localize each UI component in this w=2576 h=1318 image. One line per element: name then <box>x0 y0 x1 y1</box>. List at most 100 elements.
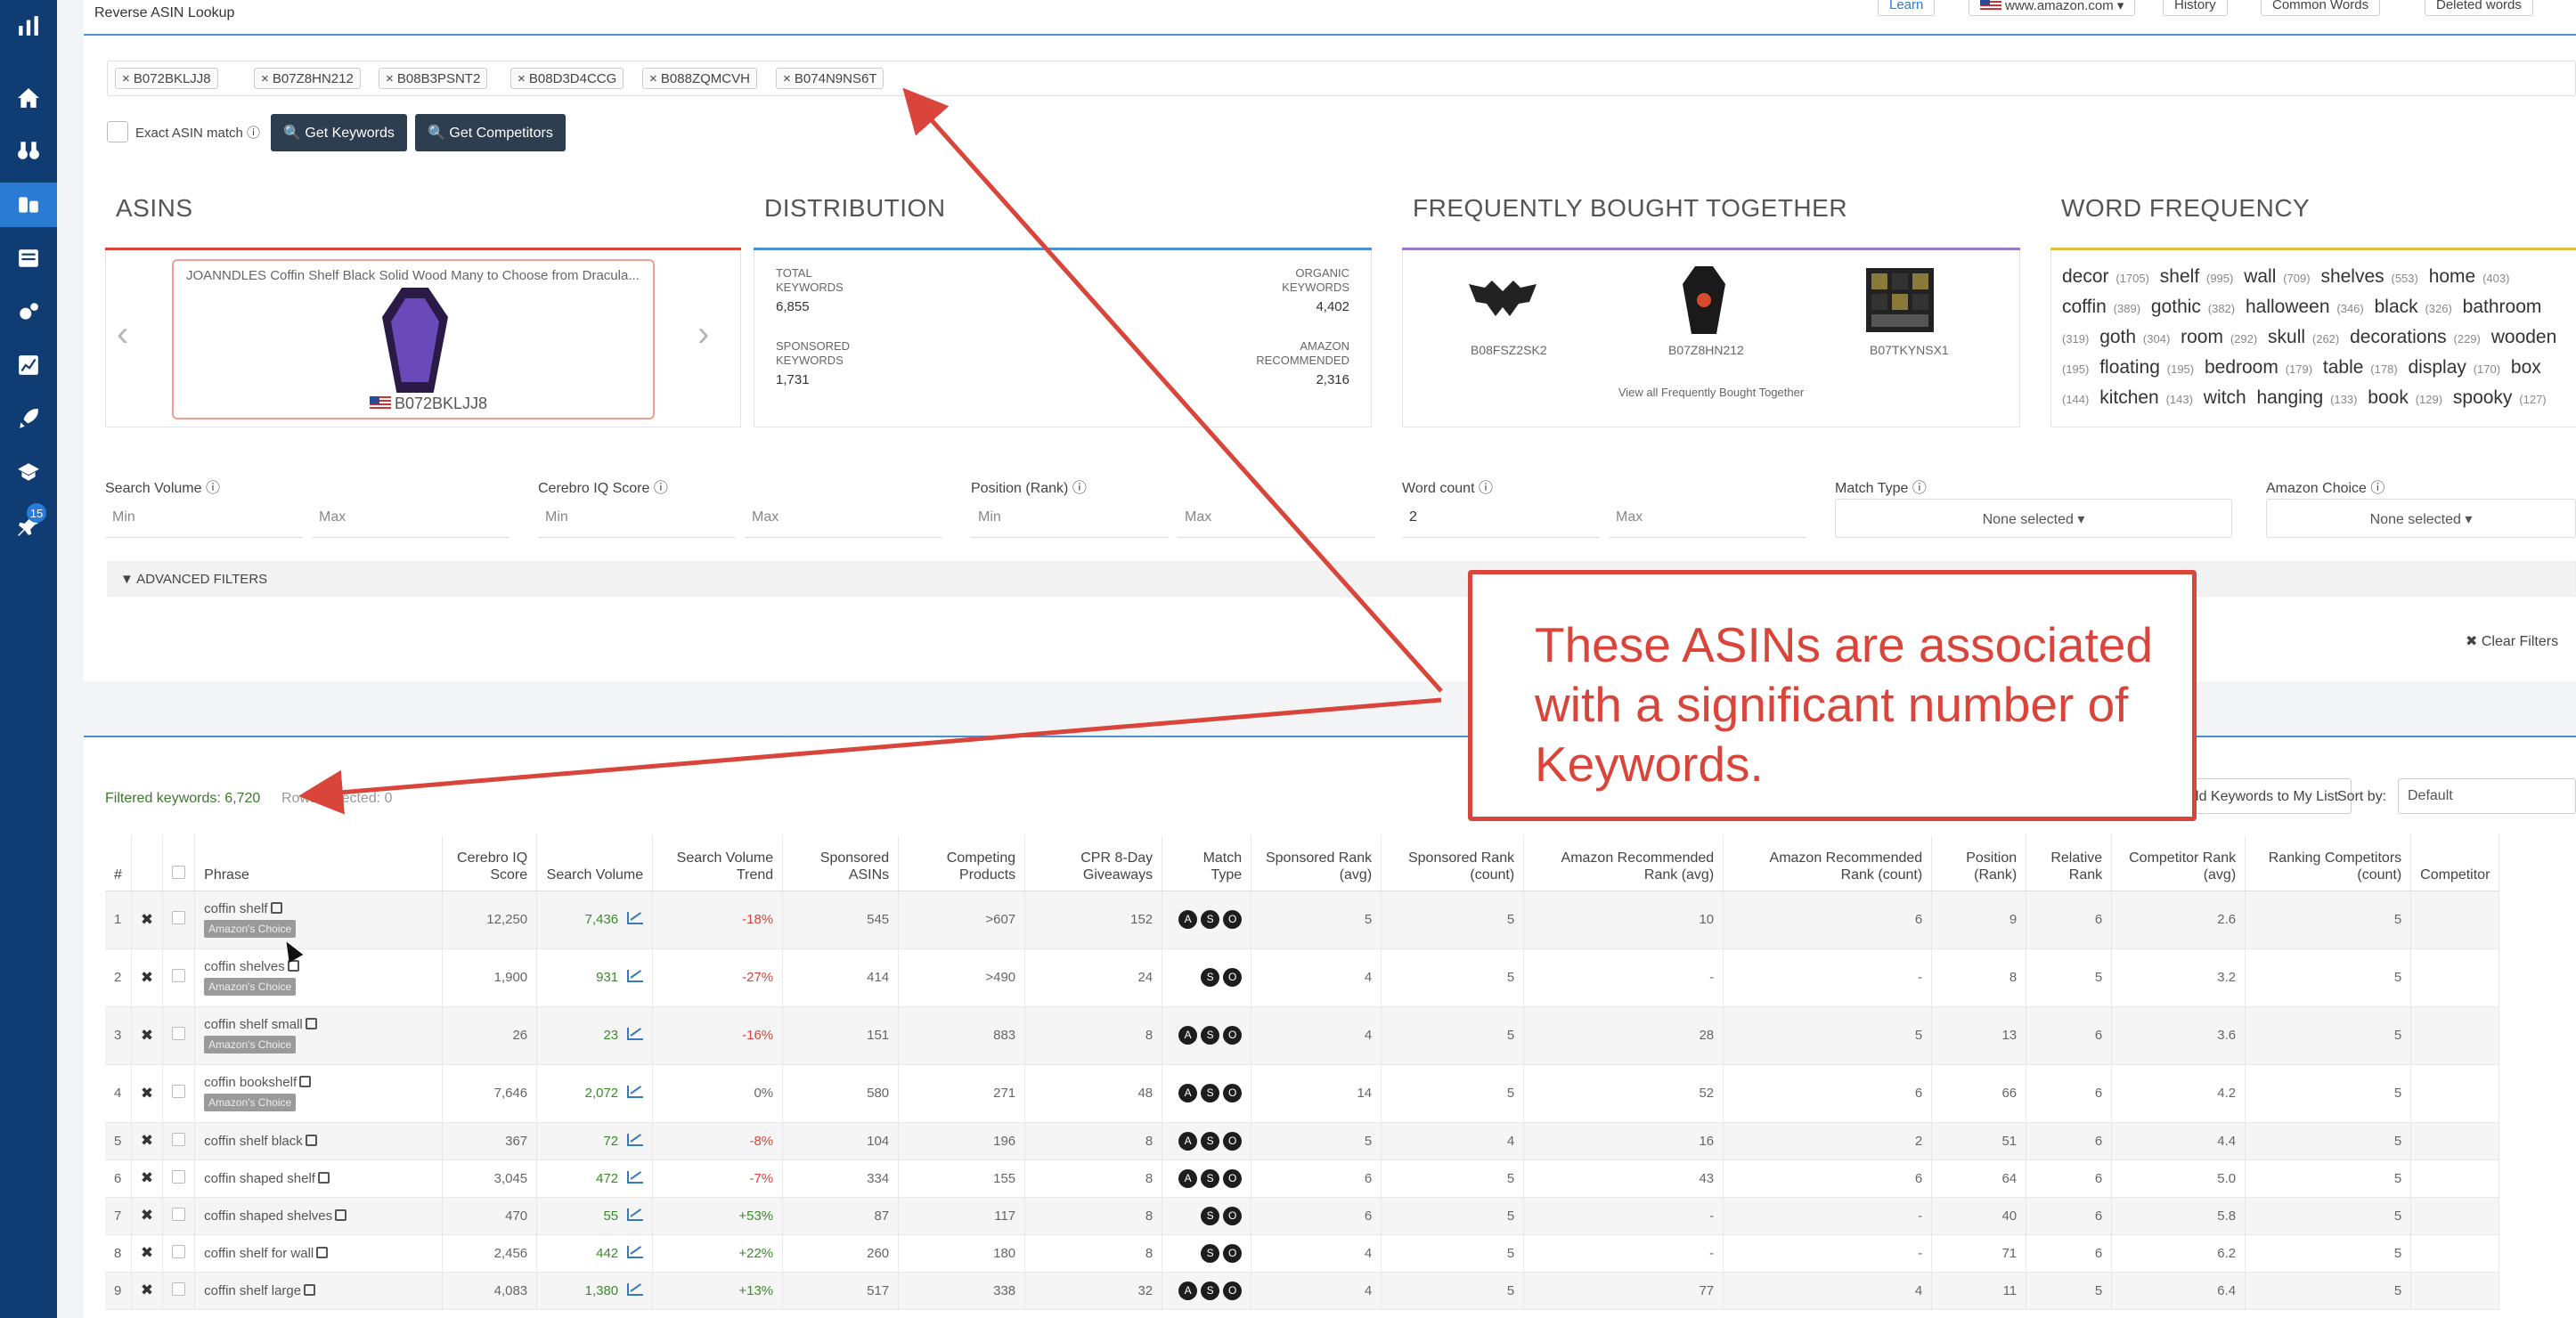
trend-chart-icon[interactable] <box>627 970 644 982</box>
row-checkbox[interactable] <box>172 969 186 982</box>
table-row[interactable]: 3 ✖ coffin shelf small Amazon's Choice 26 23 -… <box>105 1006 2500 1065</box>
asin-tag[interactable]: × B074N9NS6T <box>776 68 884 89</box>
fbt-asin[interactable]: B07Z8HN212 <box>1668 343 1744 357</box>
word-frequency-item[interactable]: gothic (382) <box>2151 297 2238 317</box>
delete-keyword[interactable]: ✖ <box>131 948 164 1007</box>
column-header[interactable]: Search Volume <box>536 835 654 891</box>
row-checkbox[interactable] <box>172 1244 186 1258</box>
common-words-button[interactable]: Common Words <box>2261 0 2381 16</box>
column-header[interactable]: CPR 8-Day Giveaways <box>1024 835 1163 891</box>
row-checkbox[interactable] <box>172 1281 186 1296</box>
external-link-icon[interactable] <box>335 1208 347 1221</box>
close-icon[interactable]: ✖ <box>141 1027 153 1044</box>
academy-icon[interactable] <box>13 457 44 487</box>
fbt-asin[interactable]: B08FSZ2SK2 <box>1471 343 1547 357</box>
word-frequency-item[interactable]: shelves (553) <box>2320 266 2421 287</box>
external-link-icon[interactable] <box>305 1134 317 1146</box>
row-select[interactable] <box>162 1064 196 1123</box>
list-icon[interactable] <box>13 243 44 273</box>
row-select[interactable] <box>162 1197 196 1235</box>
fbt-asin[interactable]: B07TKYNSX1 <box>1870 343 1949 357</box>
phrase-link[interactable]: coffin shelf black <box>204 1134 303 1149</box>
table-row[interactable]: 9 ✖ coffin shelf large 4,083 1,380 +13% 517 338… <box>105 1272 2500 1310</box>
trend-chart-icon[interactable] <box>627 1282 644 1296</box>
phrase-link[interactable]: coffin shelf <box>204 901 267 916</box>
bat-product-image[interactable] <box>1467 264 1538 336</box>
close-icon[interactable]: ✖ <box>141 1207 153 1224</box>
search-volume-max[interactable]: Max <box>312 497 509 538</box>
rocket-icon[interactable] <box>13 403 44 434</box>
column-header[interactable]: Match Type <box>1162 835 1252 891</box>
clear-filters-button[interactable]: ✖ Clear Filters <box>2466 632 2558 650</box>
phrase-cell[interactable]: coffin shaped shelf <box>194 1159 444 1198</box>
close-icon[interactable]: ✖ <box>141 1085 153 1102</box>
word-frequency-item[interactable]: floating (195) <box>2099 357 2197 378</box>
word-frequency-item[interactable]: display (170) <box>2409 357 2505 378</box>
row-checkbox[interactable] <box>172 1169 186 1184</box>
binoculars-icon[interactable] <box>13 135 44 166</box>
word-frequency-item[interactable]: hanging (133) <box>2257 387 2361 408</box>
column-header[interactable]: Phrase <box>194 835 444 891</box>
row-select[interactable] <box>162 891 196 949</box>
phrase-cell[interactable]: coffin shelf large <box>194 1272 444 1310</box>
table-row[interactable]: 6 ✖ coffin shaped shelf 3,045 472 -7% 334 155 8 A… <box>105 1159 2500 1198</box>
position-min[interactable]: Min <box>971 497 1169 538</box>
close-icon[interactable]: ✖ <box>141 1132 153 1149</box>
word-count-min[interactable]: 2 <box>1402 497 1600 538</box>
view-all-fbt-link[interactable]: View all Frequently Bought Together <box>1403 386 2019 399</box>
delete-keyword[interactable]: ✖ <box>131 1006 164 1065</box>
learn-button[interactable]: Learn <box>1878 0 1936 16</box>
row-select[interactable] <box>162 1006 196 1065</box>
phrase-link[interactable]: coffin shaped shelves <box>204 1208 332 1224</box>
word-frequency-item[interactable]: shelf (995) <box>2160 266 2238 287</box>
column-header[interactable]: Relative Rank <box>2026 835 2113 891</box>
word-frequency-item[interactable]: decorations (229) <box>2350 327 2484 347</box>
word-count-max[interactable]: Max <box>1609 497 1806 538</box>
asin-tag[interactable]: × B088ZQMCVH <box>642 68 757 89</box>
trend-chart-icon[interactable] <box>627 1245 644 1258</box>
column-header[interactable]: Sponsored ASINs <box>782 835 900 891</box>
table-row[interactable]: 7 ✖ coffin shaped shelves 470 55 +53% 87 117 8 S O… <box>105 1197 2500 1235</box>
column-header[interactable]: # <box>105 835 132 891</box>
close-icon[interactable]: ✖ <box>141 911 153 928</box>
phrase-cell[interactable]: coffin shaped shelves <box>194 1197 444 1235</box>
column-header[interactable] <box>162 835 196 891</box>
keyword-icon[interactable] <box>13 190 44 220</box>
close-icon[interactable]: ✖ <box>141 1169 153 1186</box>
search-volume-min[interactable]: Min <box>105 497 303 538</box>
table-row[interactable]: 8 ✖ coffin shelf for wall 2,456 442 +22% 260 18… <box>105 1234 2500 1273</box>
row-checkbox[interactable] <box>172 1132 186 1146</box>
word-frequency-item[interactable]: book (129) <box>2368 387 2446 408</box>
position-max[interactable]: Max <box>1178 497 1375 538</box>
trend-chart-icon[interactable] <box>627 1170 644 1184</box>
column-header[interactable]: Competing Products <box>898 835 1026 891</box>
asin-product-tile[interactable]: JOANNDLES Coffin Shelf Black Solid Wood … <box>172 259 655 419</box>
external-link-icon[interactable] <box>304 1283 316 1296</box>
trend-chart-icon[interactable] <box>627 912 644 924</box>
word-frequency-item[interactable]: halloween (346) <box>2246 297 2368 317</box>
trend-chart-icon[interactable] <box>627 1133 644 1146</box>
chevron-right-icon[interactable]: › <box>697 314 709 354</box>
amazon-choice-select[interactable]: None selected ▾ <box>2266 499 2576 538</box>
column-header[interactable]: Competitor Rank (avg) <box>2111 835 2246 891</box>
word-frequency-item[interactable]: home (403) <box>2429 266 2514 287</box>
phrase-cell[interactable]: coffin shelf black <box>194 1122 444 1160</box>
delete-keyword[interactable]: ✖ <box>131 1159 164 1198</box>
word-frequency-item[interactable]: black (326) <box>2375 297 2456 317</box>
word-frequency-item[interactable]: coffin (389) <box>2062 297 2144 317</box>
column-header[interactable]: Ranking Competitors (count) <box>2245 835 2412 891</box>
column-header[interactable]: Sponsored Rank (avg) <box>1251 835 1382 891</box>
phrase-cell[interactable]: coffin bookshelf Amazon's Choice <box>194 1064 444 1123</box>
phrase-cell[interactable]: coffin shelves Amazon's Choice <box>194 948 444 1007</box>
delete-keyword[interactable]: ✖ <box>131 1272 164 1310</box>
marketplace-select[interactable]: www.amazon.com ▾ <box>1969 0 2136 16</box>
delete-keyword[interactable]: ✖ <box>131 1234 164 1273</box>
column-header[interactable]: Amazon Recommended Rank (count) <box>1723 835 1933 891</box>
trend-chart-icon[interactable] <box>627 1028 644 1040</box>
row-checkbox[interactable] <box>172 1207 186 1221</box>
match-type-select[interactable]: None selected ▾ <box>1835 499 2232 538</box>
get-competitors-button[interactable]: 🔍 Get Competitors <box>415 114 566 151</box>
chart-icon[interactable] <box>13 11 44 41</box>
analytics-icon[interactable] <box>13 350 44 380</box>
column-header[interactable]: Amazon Recommended Rank (avg) <box>1523 835 1724 891</box>
